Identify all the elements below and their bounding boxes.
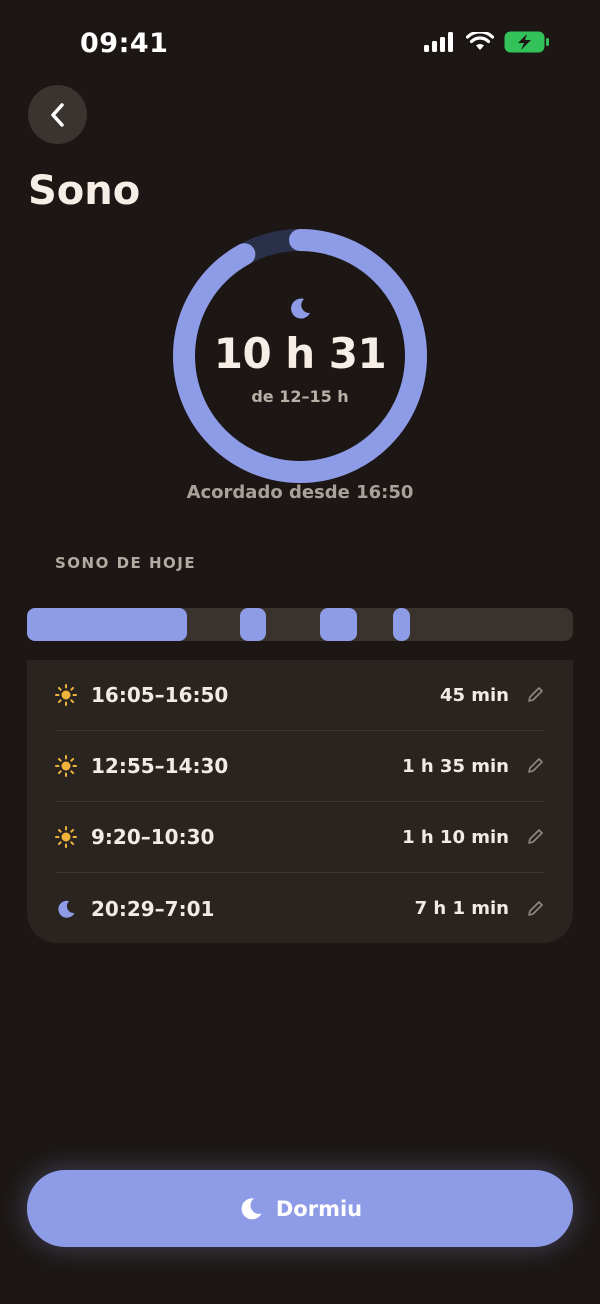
session-time: 16:05–16:50 bbox=[91, 683, 229, 707]
status-time: 09:41 bbox=[80, 28, 169, 59]
awake-since: Acordado desde 16:50 bbox=[186, 482, 414, 503]
back-button[interactable] bbox=[28, 85, 87, 144]
session-time: 20:29–7:01 bbox=[91, 896, 215, 921]
sun-icon bbox=[55, 826, 77, 848]
session-time: 9:20–10:30 bbox=[91, 825, 215, 849]
session-duration: 7 h 1 min bbox=[414, 898, 509, 919]
timeline-segment bbox=[27, 608, 187, 641]
battery-icon bbox=[504, 31, 549, 53]
session-duration: 1 h 35 min bbox=[402, 755, 509, 777]
timeline-segment bbox=[320, 608, 357, 641]
moon-icon bbox=[241, 1197, 262, 1219]
session-row[interactable]: 20:29–7:01 7 h 1 min bbox=[55, 873, 545, 944]
ring-center: 10 h 31 de 12–15 h bbox=[170, 226, 430, 486]
pencil-icon[interactable] bbox=[525, 685, 545, 705]
sun-icon bbox=[55, 755, 77, 777]
recommended-range: de 12–15 h bbox=[251, 387, 349, 406]
timeline-segment bbox=[240, 608, 266, 641]
sleep-timeline[interactable] bbox=[27, 608, 573, 641]
session-time: 12:55–14:30 bbox=[91, 754, 229, 778]
status-icons bbox=[424, 31, 550, 53]
timeline-segment bbox=[393, 608, 410, 641]
sun-icon bbox=[55, 684, 77, 706]
wifi-icon bbox=[466, 32, 494, 50]
section-label: SONO DE HOJE bbox=[55, 554, 197, 572]
sessions-list: 16:05–16:50 45 min 12:55–14:30 1 h 35 mi… bbox=[27, 660, 573, 943]
session-row[interactable]: 16:05–16:50 45 min bbox=[55, 660, 545, 731]
sleep-progress-ring: 10 h 31 de 12–15 h bbox=[170, 226, 430, 486]
chevron-left-icon bbox=[50, 102, 64, 127]
sleep-screen: 09:41 Sono 10 h 31 de 12–15 h Acordado d… bbox=[0, 0, 600, 1304]
total-sleep: 10 h 31 bbox=[213, 329, 387, 378]
moon-icon bbox=[291, 298, 310, 319]
session-row[interactable]: 9:20–10:30 1 h 10 min bbox=[55, 802, 545, 873]
slept-button[interactable]: Dormiu bbox=[27, 1170, 573, 1247]
session-duration: 1 h 10 min bbox=[402, 826, 509, 848]
page-title: Sono bbox=[28, 168, 141, 214]
slept-button-label: Dormiu bbox=[275, 1196, 363, 1221]
session-row[interactable]: 12:55–14:30 1 h 35 min bbox=[55, 731, 545, 802]
signal-icon bbox=[424, 32, 453, 52]
pencil-icon[interactable] bbox=[525, 756, 545, 776]
moon-icon bbox=[55, 898, 77, 920]
pencil-icon[interactable] bbox=[525, 827, 545, 847]
session-duration: 45 min bbox=[439, 684, 509, 706]
pencil-icon[interactable] bbox=[525, 899, 545, 919]
